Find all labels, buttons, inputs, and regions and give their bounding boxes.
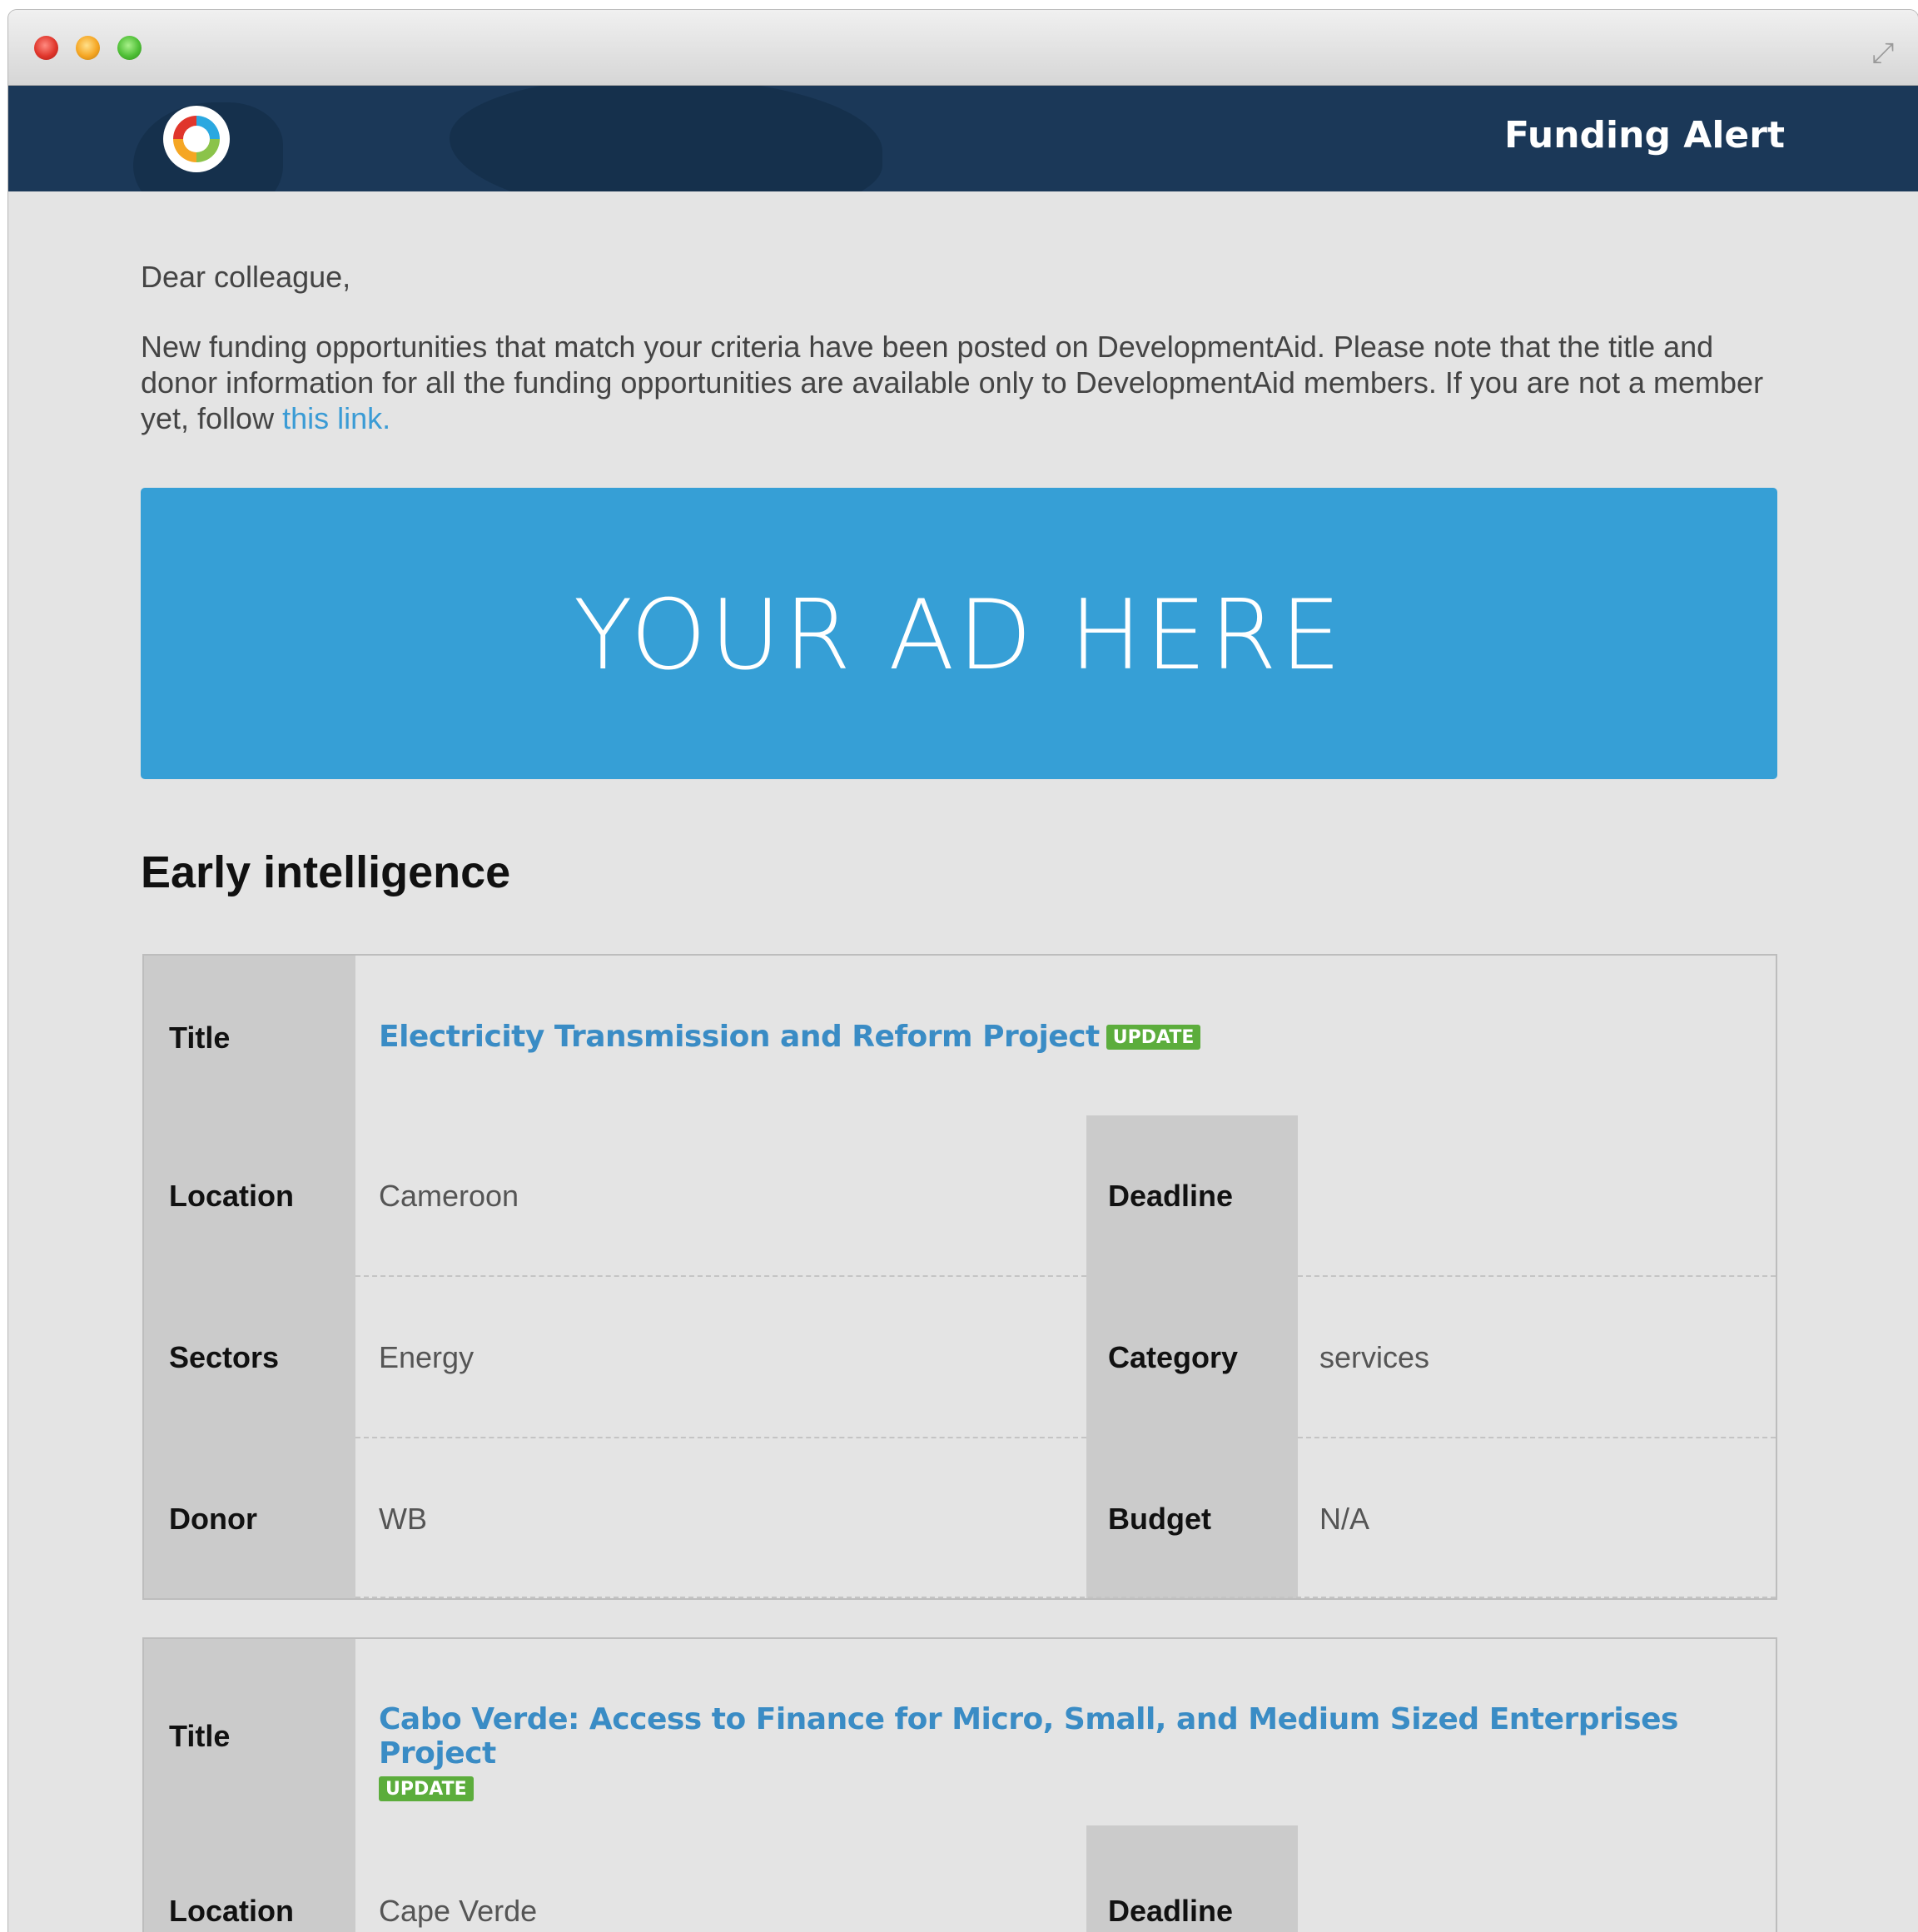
label-title: Title [169,1719,231,1753]
update-badge: UPDATE [379,1776,474,1801]
zoom-button[interactable] [117,36,142,60]
opportunity-card: Title Cabo Verde: Access to Finance for … [142,1637,1777,1932]
label-location: Location [169,1894,294,1928]
email-header: Funding Alert [8,86,1918,191]
label-category: Category [1108,1340,1239,1374]
opportunity-title: Cabo Verde: Access to Finance for Micro,… [379,1702,1761,1805]
label-donor: Donor [169,1502,257,1536]
close-button[interactable] [34,36,58,60]
opportunity-title-link[interactable]: Electricity Transmission and Reform Proj… [379,1020,1100,1054]
opportunity-title: Electricity Transmission and Reform Proj… [379,1019,1744,1054]
greeting: Dear colleague, [141,260,351,294]
ad-banner[interactable]: YOUR AD HERE [141,488,1777,779]
label-column [144,1639,355,1932]
label-deadline: Deadline [1108,1179,1234,1213]
window-titlebar: ⤢ [8,10,1918,86]
location-value: Cape Verde [379,1894,538,1928]
membership-link[interactable]: this link [282,401,382,435]
label-location: Location [169,1179,294,1213]
minimize-button[interactable] [76,36,100,60]
section-title: Early intelligence [141,847,511,897]
opportunity-card: Title Electricity Transmission and Refor… [142,954,1777,1600]
label-title: Title [169,1021,231,1055]
opportunity-title-link[interactable]: Cabo Verde: Access to Finance for Micro,… [379,1702,1761,1771]
label-deadline: Deadline [1108,1894,1234,1928]
category-value: services [1319,1340,1430,1374]
expand-icon[interactable]: ⤢ [1866,37,1900,70]
intro-paragraph: New funding opportunities that match you… [141,329,1786,436]
map-decoration [450,86,882,191]
budget-value: N/A [1319,1502,1370,1536]
header-title: Funding Alert [1504,114,1785,156]
update-badge: UPDATE [1106,1025,1201,1050]
mail-window: ⤢ Funding Alert Dear colleague, New fund… [8,10,1918,1932]
donor-value: WB [379,1502,427,1536]
ad-text: YOUR AD HERE [573,579,1345,692]
intro-end: . [382,401,391,435]
label-budget: Budget [1108,1502,1211,1536]
sectors-value: Energy [379,1340,475,1374]
developmentaid-logo-icon[interactable] [163,106,230,172]
label-sectors: Sectors [169,1340,280,1374]
location-value: Cameroon [379,1179,519,1213]
